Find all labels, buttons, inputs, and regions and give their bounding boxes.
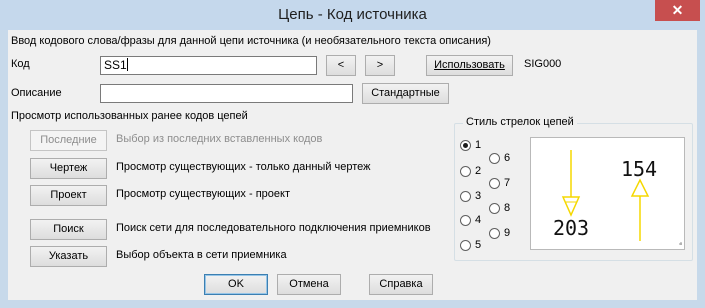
arrow-preview-graphic: 203 154	[553, 150, 682, 245]
recent-codes-text: Выбор из последних вставленных кодов	[116, 133, 323, 145]
previous-code-button[interactable]: <	[326, 55, 356, 76]
radio-dot	[460, 191, 471, 202]
code-label: Код	[11, 58, 30, 70]
project-codes-button[interactable]: Проект	[30, 185, 107, 206]
radio-dot	[489, 178, 500, 189]
left-code-label: 203	[553, 216, 589, 240]
arrow-style-option-label: 2	[475, 165, 482, 177]
description-input[interactable]	[100, 84, 353, 103]
intro-text: Ввод кодового слова/фразы для данной цеп…	[11, 35, 491, 47]
browse-heading: Просмотр использованных ранее кодов цепе…	[11, 110, 248, 122]
title-bar: Цепь - Код источника ✕	[0, 0, 705, 30]
help-button[interactable]: Справка	[369, 274, 433, 295]
use-button-label: Использовать	[434, 59, 505, 71]
radio-dot	[489, 203, 500, 214]
arrow-style-preview: 203 154	[530, 137, 685, 250]
code-input-value: SS1	[104, 58, 127, 72]
right-arrowhead-icon	[630, 178, 650, 197]
close-icon: ✕	[671, 2, 684, 18]
right-code-label: 154	[621, 157, 657, 181]
recent-codes-button[interactable]: Последние	[30, 130, 107, 151]
close-button[interactable]: ✕	[655, 0, 700, 21]
project-codes-text: Просмотр существующих - проект	[116, 188, 290, 200]
ok-button[interactable]: OK	[204, 274, 268, 295]
search-network-text: Поиск сети для последовательного подключ…	[116, 222, 431, 234]
radio-dot	[460, 240, 471, 251]
radio-selected-dot	[460, 140, 471, 151]
drawing-codes-text: Просмотр существующих - только данный че…	[116, 161, 371, 173]
arrow-style-option-label: 1	[475, 139, 482, 151]
cancel-button[interactable]: Отмена	[277, 274, 341, 295]
radio-dot	[489, 153, 500, 164]
resize-grip-icon	[679, 242, 682, 245]
arrow-style-option-label: 8	[504, 202, 511, 214]
arrow-style-option-label: 9	[504, 227, 511, 239]
arrow-style-option-label: 5	[475, 239, 482, 251]
description-label: Описание	[11, 87, 62, 99]
next-code-value: SIG000	[524, 58, 562, 70]
arrow-style-option-label: 3	[475, 190, 482, 202]
radio-dot	[460, 215, 471, 226]
arrow-style-option-label: 6	[504, 152, 511, 164]
code-input[interactable]: SS1	[100, 56, 317, 75]
next-code-button[interactable]: >	[365, 55, 395, 76]
radio-dot	[489, 228, 500, 239]
left-arrowhead-icon	[561, 196, 581, 217]
pick-object-button[interactable]: Указать	[30, 246, 107, 267]
text-caret	[126, 58, 128, 71]
use-button[interactable]: Использовать	[426, 55, 513, 76]
arrow-style-option-label: 4	[475, 214, 482, 226]
search-network-button[interactable]: Поиск	[30, 219, 107, 240]
radio-dot	[460, 166, 471, 177]
dialog-body: Ввод кодового слова/фразы для данной цеп…	[8, 30, 697, 300]
drawing-codes-button[interactable]: Чертеж	[30, 158, 107, 179]
arrow-style-option-label: 7	[504, 177, 511, 189]
window-title: Цепь - Код источника	[278, 6, 427, 23]
arrow-style-label: Стиль стрелок цепей	[463, 116, 577, 128]
standard-descriptions-button[interactable]: Стандартные	[362, 83, 449, 104]
pick-object-text: Выбор объекта в сети приемника	[116, 249, 287, 261]
